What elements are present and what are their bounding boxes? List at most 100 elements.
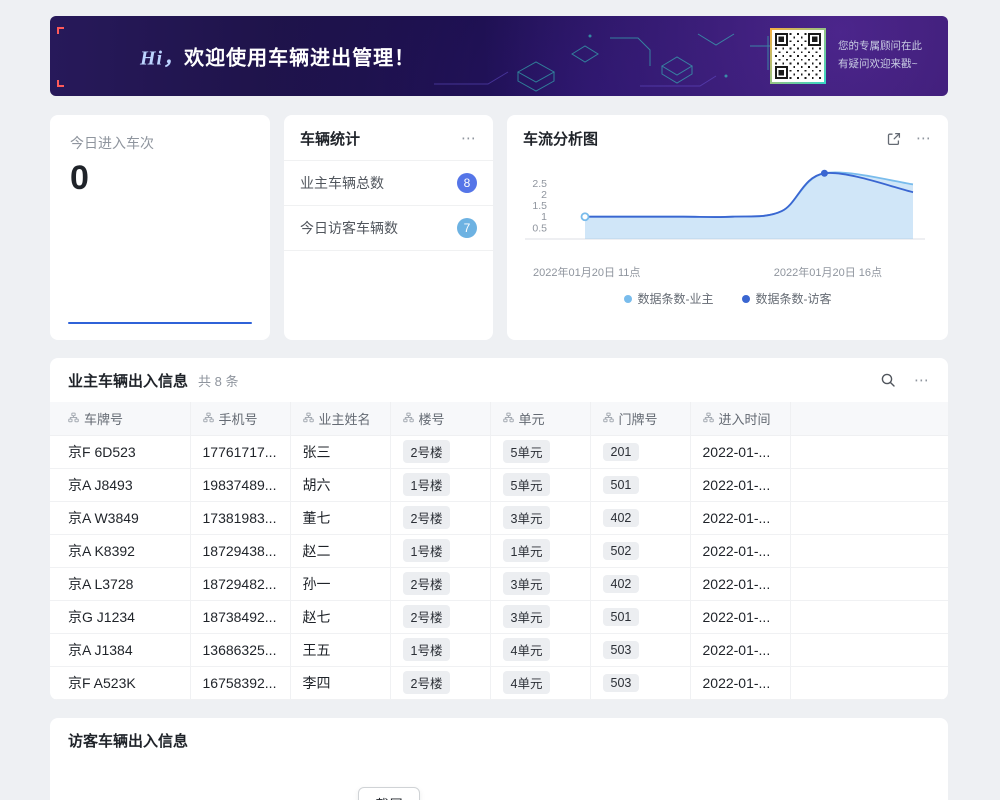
cell-owner-name: 胡六 — [290, 468, 390, 501]
legend-dot — [624, 295, 632, 303]
cell-tag: 2号楼 — [403, 572, 451, 595]
cell-empty — [790, 633, 948, 666]
column-header[interactable]: 业主姓名 — [290, 402, 390, 435]
field-type-icon — [303, 411, 314, 426]
column-header[interactable]: 门牌号 — [590, 402, 690, 435]
cell-entry-time: 2022-01-... — [690, 633, 790, 666]
cell-door-number: 501 — [590, 600, 690, 633]
cell-unit: 3单元 — [490, 600, 590, 633]
cell-tag: 501 — [603, 476, 640, 494]
column-header-label: 进入时间 — [719, 409, 771, 428]
banner-corner-accent — [57, 27, 64, 34]
cell-owner-name: 孙一 — [290, 567, 390, 600]
column-header[interactable]: 单元 — [490, 402, 590, 435]
banner-consultant-block: 您的专属顾问在此 有疑问欢迎来戳~ — [770, 28, 922, 84]
cell-unit: 3单元 — [490, 567, 590, 600]
column-header[interactable]: 进入时间 — [690, 402, 790, 435]
legend-item[interactable]: 数据条数-业主 — [624, 290, 714, 307]
cell-entry-time: 2022-01-... — [690, 468, 790, 501]
today-entries-card: 今日进入车次 0 — [50, 115, 270, 340]
today-entries-label: 今日进入车次 — [70, 133, 250, 153]
cell-empty — [790, 600, 948, 633]
cell-tag: 501 — [603, 608, 640, 626]
owner-table-count: 共 8 条 — [198, 371, 238, 390]
cell-tag: 1号楼 — [403, 473, 451, 496]
cell-empty — [790, 468, 948, 501]
column-header-label: 业主姓名 — [319, 409, 371, 428]
column-header[interactable]: 车牌号 — [50, 402, 190, 435]
search-icon[interactable] — [880, 372, 896, 388]
cell-empty — [790, 435, 948, 468]
svg-text:1: 1 — [541, 211, 547, 223]
field-type-icon — [703, 411, 714, 426]
cell-tag: 2号楼 — [403, 605, 451, 628]
visitor-table-card: 访客车辆出入信息 — [50, 718, 948, 800]
svg-text:2.5: 2.5 — [532, 178, 547, 190]
field-type-icon — [403, 411, 414, 426]
vehicle-stat-label: 今日访客车辆数 — [300, 218, 398, 238]
vehicle-stat-row: 今日访客车辆数7 — [284, 206, 493, 251]
cell-entry-time: 2022-01-... — [690, 600, 790, 633]
cell-phone: 17381983... — [190, 501, 290, 534]
cell-tag: 503 — [603, 674, 640, 692]
vehicle-stat-badge: 8 — [457, 173, 477, 193]
cell-owner-name: 张三 — [290, 435, 390, 468]
cell-tag: 5单元 — [503, 473, 551, 496]
cell-unit: 5单元 — [490, 468, 590, 501]
cell-empty — [790, 567, 948, 600]
qr-caption: 您的专属顾问在此 有疑问欢迎来戳~ — [838, 38, 922, 74]
cell-tag: 402 — [603, 575, 640, 593]
cell-tag: 402 — [603, 509, 640, 527]
legend-dot — [742, 295, 750, 303]
cell-tag: 2号楼 — [403, 440, 451, 463]
export-icon[interactable] — [886, 131, 902, 147]
cell-tag: 3单元 — [503, 506, 551, 529]
owner-table-title: 业主车辆出入信息 — [68, 370, 188, 391]
column-header[interactable]: 楼号 — [390, 402, 490, 435]
column-header-label: 楼号 — [419, 409, 445, 428]
column-header[interactable]: 手机号 — [190, 402, 290, 435]
more-icon[interactable]: ⋯ — [914, 373, 930, 388]
cell-unit: 4单元 — [490, 633, 590, 666]
svg-text:0.5: 0.5 — [532, 222, 547, 234]
cell-building: 2号楼 — [390, 501, 490, 534]
cell-door-number: 501 — [590, 468, 690, 501]
cell-door-number: 402 — [590, 501, 690, 534]
table-row: 京F 6D52317761717...张三2号楼5单元2012022-01-..… — [50, 435, 948, 468]
cell-plate-number: 京A L3728 — [50, 567, 190, 600]
table-row: 京A L372818729482...孙一2号楼3单元4022022-01-..… — [50, 567, 948, 600]
field-type-icon — [203, 411, 214, 426]
cell-tag: 201 — [603, 443, 640, 461]
chart-legend: 数据条数-业主 数据条数-访客 — [521, 290, 934, 307]
cell-unit: 4单元 — [490, 666, 590, 699]
stats-row: 今日进入车次 0 车辆统计 ⋯ 业主车辆总数8今日访客车辆数7 车流分析图 — [50, 115, 948, 340]
x-axis-labels: 2022年01月20日 11点 2022年01月20日 16点 — [521, 262, 934, 280]
visitor-table-title: 访客车辆出入信息 — [68, 730, 188, 751]
more-icon[interactable]: ⋯ — [461, 131, 477, 146]
table-row: 京A W384917381983...董七2号楼3单元4022022-01-..… — [50, 501, 948, 534]
banner-corner-accent — [57, 80, 64, 87]
cell-building: 2号楼 — [390, 435, 490, 468]
cell-unit: 5单元 — [490, 435, 590, 468]
legend-item[interactable]: 数据条数-访客 — [742, 290, 832, 307]
table-row: 京G J123418738492...赵七2号楼3单元5012022-01-..… — [50, 600, 948, 633]
cell-phone: 18729438... — [190, 534, 290, 567]
flow-chart-plot: 0.511.522.5 2022年01月20日 11点 2022年01月20日 … — [507, 157, 948, 307]
table-row: 京A K839218729438...赵二1号楼1单元5022022-01-..… — [50, 534, 948, 567]
cell-tag: 1号楼 — [403, 638, 451, 661]
table-row: 京A J849319837489...胡六1号楼5单元5012022-01-..… — [50, 468, 948, 501]
cell-building: 2号楼 — [390, 666, 490, 699]
cell-plate-number: 京A J8493 — [50, 468, 190, 501]
cell-entry-time: 2022-01-... — [690, 435, 790, 468]
qr-caption-line2: 有疑问欢迎来戳~ — [838, 56, 922, 74]
cell-door-number: 503 — [590, 666, 690, 699]
cell-tag: 3单元 — [503, 572, 551, 595]
cell-entry-time: 2022-01-... — [690, 666, 790, 699]
table-header-row: 车牌号手机号 业主姓名 楼号 单元门牌号 进入时间 — [50, 402, 948, 435]
more-icon[interactable]: ⋯ — [916, 131, 932, 146]
flow-chart-title: 车流分析图 — [523, 128, 598, 149]
cell-phone: 18738492... — [190, 600, 290, 633]
field-type-icon — [503, 411, 514, 426]
screenshot-button[interactable]: 截屏 — [358, 787, 420, 800]
flow-chart-card: 车流分析图 ⋯ 0.511.522.5 2022年01月20日 11点 — [507, 115, 948, 340]
